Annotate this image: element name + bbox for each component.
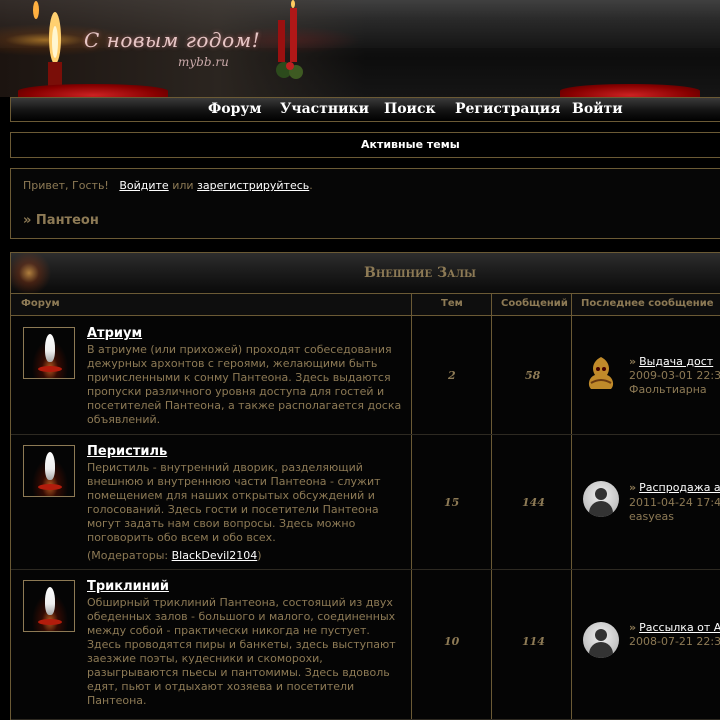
rose-left	[18, 84, 168, 97]
table-row: Атриум В атриуме (или прихожей) проходят…	[11, 317, 720, 435]
login-link[interactable]: Войдите	[119, 179, 168, 192]
main-nav: Форум Участники Поиск Регистрация Войти	[10, 97, 720, 122]
last-post-date: 2011-04-24 17:4	[629, 496, 720, 509]
last-post-link[interactable]: » Выдача дост	[629, 355, 713, 368]
last-post-user: Фаольтиарна	[629, 383, 707, 396]
candle-left-icon	[33, 1, 62, 90]
post-count: 58	[525, 369, 541, 382]
topic-count: 15	[444, 496, 460, 509]
table-header: Форум Тем Сообщений Последнее сообщение	[11, 293, 720, 316]
active-topics-link[interactable]: Активные темы	[361, 138, 460, 151]
nav-register[interactable]: Регистрация	[455, 101, 561, 117]
category-title[interactable]: Внешние Залы	[364, 265, 476, 281]
nav-forum[interactable]: Форум	[208, 101, 262, 117]
double-chevron-icon: »	[629, 355, 637, 368]
candle-icon	[11, 253, 51, 293]
guest-greeting: Привет, Гость! Войдите или зарегистрируй…	[23, 179, 313, 192]
nav-users[interactable]: Участники	[280, 101, 369, 117]
forum-name[interactable]: Атриум	[87, 326, 142, 341]
forum-candle-icon	[23, 580, 75, 632]
rose-right	[560, 84, 700, 97]
forum-candle-icon	[23, 327, 75, 379]
default-avatar-icon	[583, 481, 619, 517]
candles-right-icon	[276, 0, 303, 79]
col-topics: Тем	[441, 298, 463, 309]
moderator-link[interactable]: BlackDevil2104	[172, 549, 258, 562]
table-row: Триклиний Обширный триклиний Пантеона, с…	[11, 570, 720, 720]
table-row: Перистиль Перистиль - внутренний дворик,…	[11, 435, 720, 570]
forum-description: В атриуме (или прихожей) проходят собесе…	[87, 343, 402, 426]
forum-name[interactable]: Перистиль	[87, 444, 167, 459]
beast-avatar-icon	[588, 357, 614, 389]
col-posts: Сообщений	[501, 298, 568, 309]
last-post-date: 2009-03-01 22:3	[629, 369, 720, 382]
default-avatar-icon	[583, 622, 619, 658]
post-count: 114	[522, 635, 545, 648]
header-banner: С новым годом! mybb.ru	[0, 0, 720, 97]
forum-name[interactable]: Триклиний	[87, 579, 169, 594]
last-post-link[interactable]: » Рассылка от А	[629, 621, 720, 634]
topic-count: 10	[444, 635, 460, 648]
col-forum: Форум	[21, 298, 60, 309]
register-link[interactable]: зарегистрируйтесь	[197, 179, 309, 192]
breadcrumb[interactable]: » Пантеон	[23, 213, 99, 228]
banner-subtitle: mybb.ru	[178, 55, 229, 69]
nav-search[interactable]: Поиск	[384, 101, 436, 117]
forum-description: Перистиль - внутренний дворик, разделяющ…	[87, 461, 381, 544]
welcome-box: Привет, Гость! Войдите или зарегистрируй…	[10, 168, 720, 239]
nav-login[interactable]: Войти	[572, 101, 623, 117]
topic-count: 2	[448, 369, 456, 382]
category-block: Внешние Залы Форум Тем Сообщений Последн…	[10, 252, 720, 720]
banner-title: С новым годом!	[84, 28, 261, 52]
forum-candle-icon	[23, 445, 75, 497]
category-header: Внешние Залы	[11, 253, 720, 293]
double-chevron-icon: »	[629, 481, 637, 494]
last-post-link[interactable]: » Распродажа а	[629, 481, 720, 494]
last-post-date: 2008-07-21 22:3	[629, 635, 720, 648]
forum-description: Обширный триклиний Пантеона, состоящий и…	[87, 596, 396, 707]
active-topics-bar: Активные темы	[10, 132, 720, 158]
forum-moderators: (Модераторы: BlackDevil2104)	[87, 549, 262, 562]
col-last-post: Последнее сообщение	[581, 298, 714, 309]
post-count: 144	[522, 496, 545, 509]
last-post-user: easyeas	[629, 510, 674, 523]
double-chevron-icon: »	[629, 621, 637, 634]
